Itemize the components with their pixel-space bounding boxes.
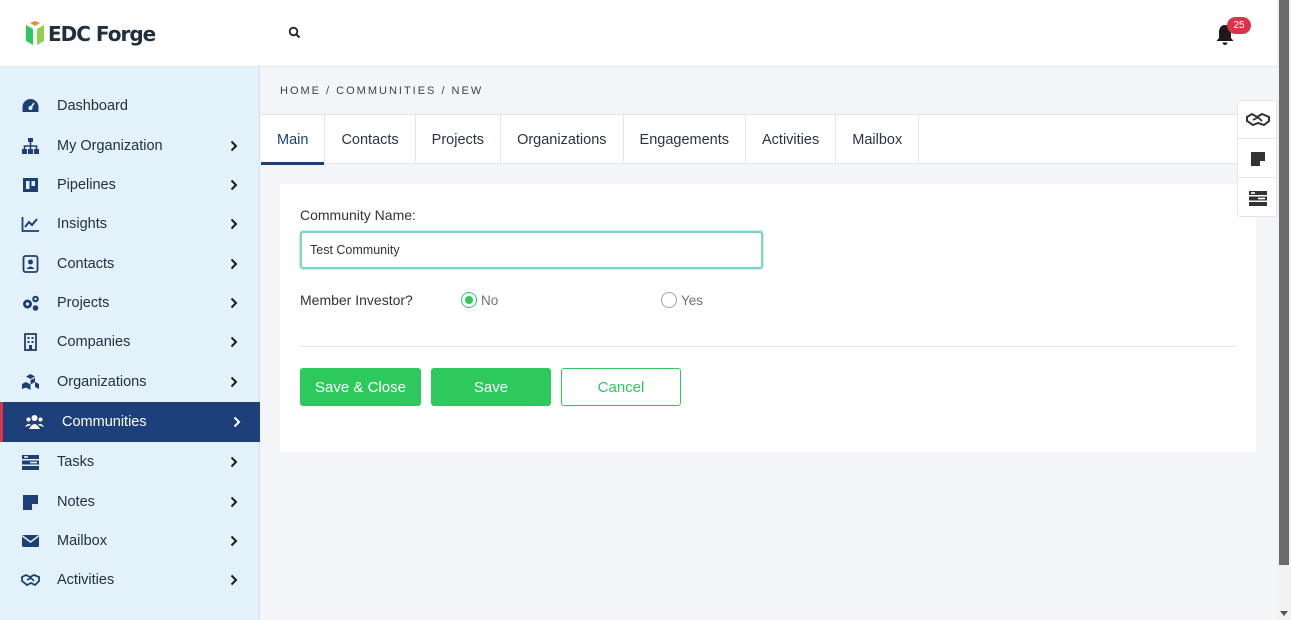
save-button[interactable]: Save	[431, 368, 551, 406]
sidebar-item-communities[interactable]: Communities	[0, 402, 260, 442]
envelope-icon	[22, 535, 39, 547]
app-name: EDC Forge	[48, 22, 156, 46]
sticky-note-icon	[23, 495, 38, 510]
community-name-input[interactable]	[300, 231, 763, 269]
search-icon[interactable]	[288, 26, 302, 40]
sidebar-item-my-organization[interactable]: My Organization	[0, 127, 260, 165]
sidebar-item-label: Dashboard	[57, 98, 128, 114]
quick-activity-button[interactable]	[1238, 101, 1277, 139]
chevron-right-icon	[230, 456, 238, 468]
tasks-icon	[1248, 191, 1267, 206]
sidebar-item-pipelines[interactable]: Pipelines	[0, 166, 260, 204]
sidebar-item-label: Insights	[57, 216, 107, 232]
sidebar-item-label: Tasks	[57, 454, 95, 470]
notification-badge: 25	[1227, 17, 1251, 34]
chevron-right-icon	[230, 376, 238, 388]
community-form-card: Community Name: Member Investor? No Yes …	[280, 184, 1256, 452]
handshake-icon	[1245, 112, 1270, 126]
sidebar-item-companies[interactable]: Companies	[0, 323, 260, 361]
chevron-right-icon	[230, 496, 238, 508]
chevron-right-icon	[230, 535, 238, 547]
tasks-icon	[22, 455, 39, 470]
sidebar-item-insights[interactable]: Insights	[0, 205, 260, 243]
chevron-right-icon	[230, 218, 238, 230]
cancel-button[interactable]: Cancel	[561, 368, 681, 406]
users-icon	[25, 415, 44, 429]
quick-note-button[interactable]	[1238, 140, 1277, 178]
tab-contacts[interactable]: Contacts	[325, 115, 416, 164]
sidebar-item-label: My Organization	[57, 138, 163, 154]
sidebar-item-dashboard[interactable]: Dashboard	[0, 87, 260, 125]
top-bar: EDC Forge 25	[0, 0, 1277, 67]
tab-engagements[interactable]: Engagements	[624, 115, 747, 164]
radio-label: No	[481, 292, 499, 308]
sidebar-item-label: Activities	[57, 572, 115, 588]
chevron-right-icon	[230, 140, 238, 152]
member-investor-yes-radio[interactable]: Yes	[661, 292, 703, 308]
sidebar: Dashboard My Organization Pipelines Insi…	[0, 67, 260, 620]
sidebar-item-contacts[interactable]: Contacts	[0, 245, 260, 283]
tab-bar: Main Contacts Projects Organizations Eng…	[261, 114, 1277, 165]
sidebar-item-organizations[interactable]: Organizations	[0, 363, 260, 401]
sidebar-item-tasks[interactable]: Tasks	[0, 443, 260, 481]
sticky-note-icon	[1250, 151, 1265, 166]
sidebar-item-label: Organizations	[57, 374, 147, 390]
breadcrumb: HOME / COMMUNITIES / NEW	[280, 85, 484, 97]
building-icon	[24, 333, 37, 351]
tab-mailbox[interactable]: Mailbox	[836, 115, 920, 164]
sidebar-item-notes[interactable]: Notes	[0, 483, 260, 521]
tab-projects[interactable]: Projects	[416, 115, 502, 164]
radio-circle[interactable]	[661, 292, 677, 308]
pipeline-icon	[23, 178, 38, 192]
app-logo[interactable]: EDC Forge	[24, 21, 156, 47]
line-chart-icon	[21, 217, 39, 232]
sidebar-item-label: Companies	[57, 334, 131, 350]
gears-icon	[23, 295, 39, 311]
sidebar-item-mailbox[interactable]: Mailbox	[0, 522, 260, 560]
radio-circle[interactable]	[461, 292, 477, 308]
form-divider	[300, 346, 1236, 347]
radio-label: Yes	[681, 292, 704, 308]
page-scrollbar[interactable]	[1277, 0, 1291, 620]
contact-card-icon	[22, 255, 39, 273]
handshake-icon	[21, 573, 40, 587]
sidebar-item-label: Projects	[57, 295, 110, 311]
sidebar-item-label: Pipelines	[57, 177, 116, 193]
tab-activities[interactable]: Activities	[746, 115, 837, 164]
member-investor-label: Member Investor?	[300, 292, 413, 308]
org-chart-icon	[22, 138, 39, 154]
chevron-right-icon	[230, 258, 238, 270]
chevron-right-icon	[230, 179, 238, 191]
chevron-right-icon	[230, 297, 238, 309]
sidebar-item-label: Notes	[57, 494, 95, 510]
tab-main[interactable]: Main	[261, 115, 326, 165]
chevron-right-icon	[233, 416, 241, 428]
member-investor-no-radio[interactable]: No	[461, 292, 498, 308]
community-name-label: Community Name:	[300, 207, 416, 223]
tab-organizations[interactable]: Organizations	[501, 115, 624, 164]
save-and-close-button[interactable]: Save & Close	[300, 368, 421, 406]
scrollbar-thumb[interactable]	[1279, 0, 1289, 565]
sidebar-item-projects[interactable]: Projects	[0, 284, 260, 322]
cubes-icon	[22, 374, 39, 390]
chevron-right-icon	[230, 336, 238, 348]
dashboard-icon	[22, 99, 39, 112]
chevron-right-icon	[230, 574, 238, 586]
scroll-down-arrow-icon[interactable]	[1280, 611, 1288, 616]
sidebar-item-label: Contacts	[57, 256, 115, 272]
sidebar-item-label: Mailbox	[57, 533, 107, 549]
logo-mark-icon	[26, 21, 44, 45]
quick-task-button[interactable]	[1238, 179, 1277, 217]
sidebar-item-label: Communities	[62, 414, 147, 430]
sidebar-item-activities[interactable]: Activities	[0, 561, 260, 599]
quick-actions-panel	[1237, 100, 1277, 217]
